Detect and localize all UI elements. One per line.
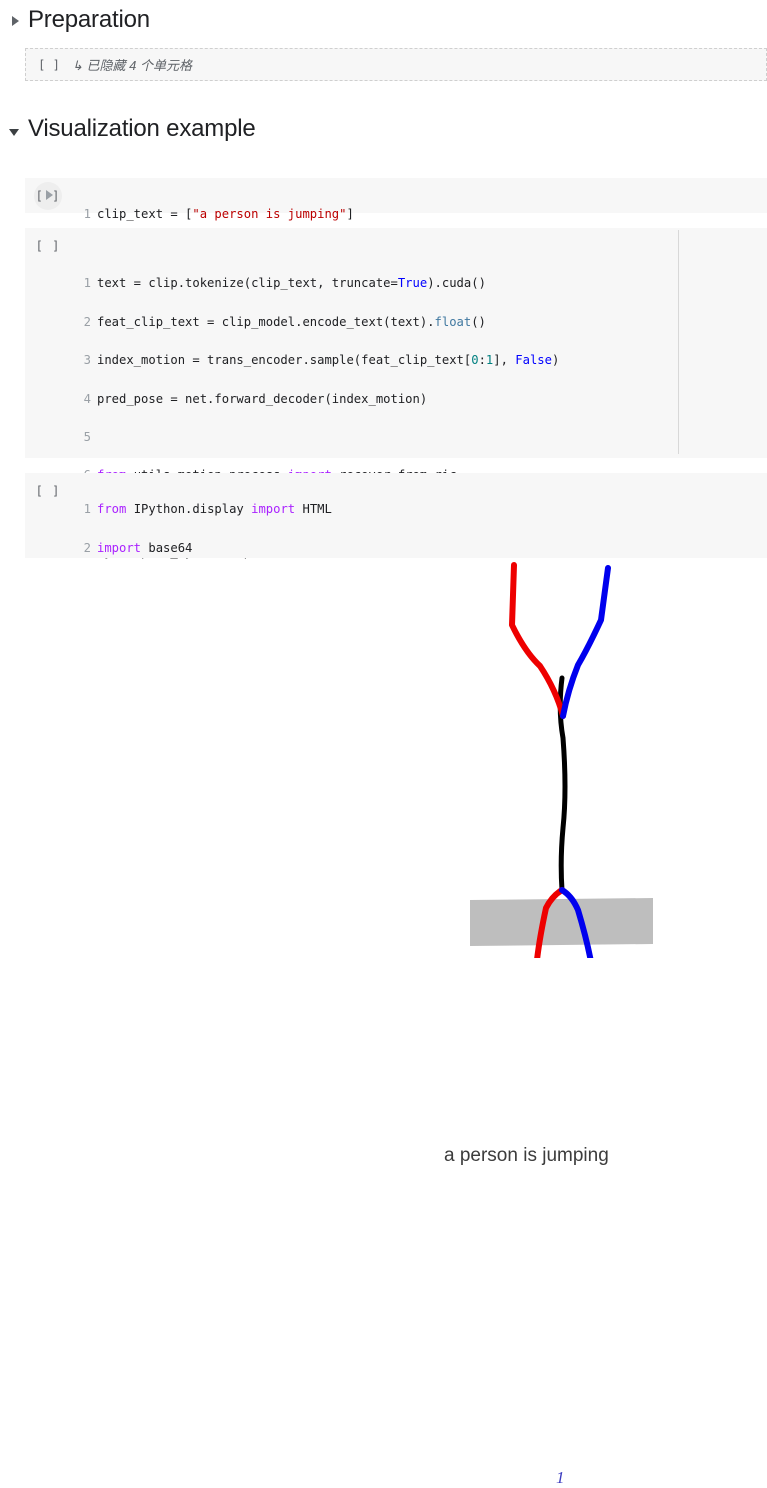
code-line: 1 clip_text = ["a person is jumping"]: [71, 205, 767, 224]
play-icon[interactable]: [46, 190, 53, 200]
triangle-down-icon[interactable]: [9, 128, 19, 136]
hidden-cells-label: ↳ 已隐藏 4 个单元格: [72, 55, 192, 74]
line-number: 5: [83, 430, 91, 445]
line-number: 1: [83, 502, 91, 517]
cell-code-area[interactable]: 1 from IPython.display import HTML 2 impor…: [71, 473, 767, 631]
skeleton-figure: [470, 562, 653, 958]
section-title: Preparation: [28, 6, 150, 33]
line-number: 1: [83, 207, 91, 222]
code-line: 2 import base64: [71, 539, 767, 558]
code-line: 4 pred_pose = net.forward_decoder(index_m…: [71, 390, 767, 409]
code-line: 1 text = clip.tokenize(clip_text, truncat…: [71, 274, 767, 293]
cell-run-button[interactable]: [ ]: [25, 228, 71, 458]
cell-run-button[interactable]: [ ]: [25, 178, 71, 213]
ground-plane: [470, 898, 653, 946]
hidden-cells-run-label: [ ]: [38, 57, 60, 72]
section-header-preparation[interactable]: Preparation: [0, 2, 767, 38]
section-title: Visualization example: [28, 115, 256, 142]
cell-run-button[interactable]: [ ]: [25, 473, 71, 558]
code-line: 5: [71, 428, 767, 447]
line-number: 3: [83, 353, 91, 368]
section-header-visualization[interactable]: Visualization example: [0, 111, 767, 147]
code-line: 1 from IPython.display import HTML: [71, 500, 767, 519]
line-number: 2: [83, 314, 91, 329]
figure-caption: a person is jumping: [444, 1145, 609, 1166]
code-cell[interactable]: [ ] 1 text = clip.tokenize(clip_text, tru…: [25, 228, 767, 674]
code-cell[interactable]: [ ] 1 from IPython.display import HTML 2i…: [25, 473, 767, 631]
left-arm-line: [509, 562, 566, 719]
line-number: 2: [83, 540, 91, 555]
frame-number-label: 1: [556, 1468, 565, 1487]
cell-run-label: [ ]: [35, 484, 61, 498]
line-number: 4: [83, 391, 91, 406]
return-arrow-icon: ↳: [72, 58, 83, 73]
code-line: 3 index_motion = trans_encoder.sample(fea…: [71, 351, 767, 370]
cell-code-area[interactable]: 1 text = clip.tokenize(clip_text, truncat…: [71, 228, 767, 674]
cell-run-label: [ ]: [35, 239, 61, 253]
right-arm-line: [560, 565, 611, 719]
cell-code-area[interactable]: 1 clip_text = ["a person is jumping"]: [71, 178, 767, 221]
hidden-cells-summary[interactable]: [ ] ↳ 已隐藏 4 个单元格: [25, 48, 767, 81]
triangle-right-icon[interactable]: [12, 16, 19, 26]
hidden-cells-text: 已隐藏 4 个单元格: [86, 58, 192, 73]
cell-output-area: a person is jumping 1: [0, 560, 767, 1487]
column-ruler: [678, 230, 679, 454]
line-number: 1: [83, 276, 91, 291]
code-line: 2 feat_clip_text = clip_model.encode_text…: [71, 313, 767, 332]
code-cell[interactable]: [ ] 1 clip_text = ["a person is jumping"]: [25, 178, 767, 221]
